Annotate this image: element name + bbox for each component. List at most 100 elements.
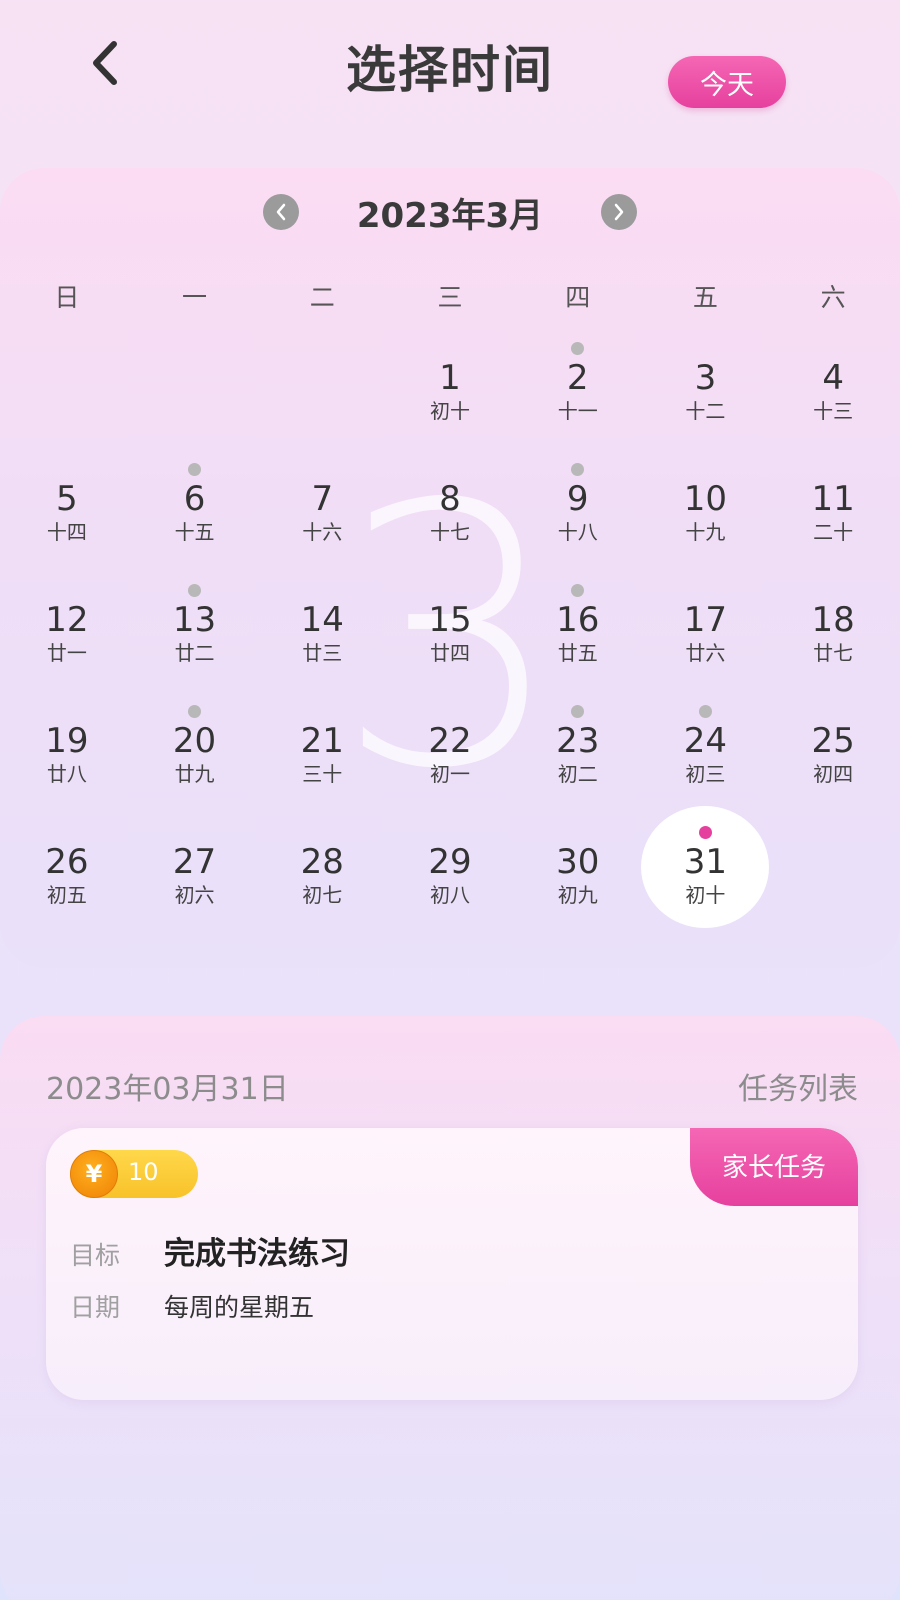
lunar-date: 初八 (429, 883, 470, 907)
solar-date: 24 (683, 721, 728, 761)
task-indicator-dot (571, 584, 585, 597)
calendar-day[interactable]: 8 十七 (386, 457, 514, 578)
task-indicator-dot (188, 705, 202, 718)
calendar-day-selected[interactable]: 31 初十 (641, 806, 770, 941)
coin-icon: ¥ (70, 1150, 118, 1198)
solar-date: 22 (428, 721, 472, 761)
next-month-button[interactable] (601, 194, 638, 230)
calendar-day[interactable]: 16 廿五 (514, 578, 642, 699)
calendar-day[interactable]: 23 初二 (514, 699, 642, 820)
solar-date: 14 (300, 600, 344, 640)
lunar-date: 初六 (174, 883, 215, 907)
task-indicator-dot (698, 826, 712, 839)
lunar-date: 十五 (174, 520, 215, 544)
calendar-day[interactable]: 15 廿四 (386, 578, 514, 699)
lunar-date: 初九 (557, 883, 598, 907)
solar-date: 9 (566, 479, 589, 519)
weekday-header: 日 一 二 三 四 五 六 (0, 278, 900, 318)
solar-date: 25 (811, 721, 855, 761)
lunar-date: 廿二 (174, 641, 215, 665)
solar-date: 29 (428, 842, 472, 882)
calendar-day[interactable]: 29 初八 (386, 820, 514, 941)
calendar-day[interactable]: 19 廿八 (3, 699, 131, 820)
lunar-date: 十四 (46, 520, 87, 544)
task-indicator-dot (188, 463, 202, 476)
calendar-day[interactable]: 28 初七 (258, 820, 386, 941)
calendar-empty-cell (3, 336, 131, 457)
solar-date: 6 (183, 479, 206, 519)
lunar-date: 初二 (557, 762, 598, 786)
chevron-left-icon (276, 203, 286, 221)
solar-date: 12 (45, 600, 89, 640)
solar-date: 7 (311, 479, 334, 519)
reward-value: 10 (128, 1158, 159, 1186)
reward-badge: ¥ 10 (70, 1150, 198, 1198)
calendar-day[interactable]: 13 廿二 (131, 578, 259, 699)
calendar-day[interactable]: 27 初六 (131, 820, 259, 941)
solar-date: 1 (439, 358, 461, 398)
lunar-date: 十二 (685, 399, 726, 423)
lunar-date: 二十 (813, 520, 854, 544)
calendar-day[interactable]: 6 十五 (131, 457, 259, 578)
solar-date: 15 (428, 600, 472, 640)
today-button[interactable]: 今天 (668, 56, 786, 108)
calendar-day[interactable]: 25 初四 (769, 699, 897, 820)
calendar-day[interactable]: 11 二十 (769, 457, 897, 578)
calendar-day[interactable]: 21 三十 (258, 699, 386, 820)
task-goal-row: 目标 完成书法练习 (70, 1228, 350, 1273)
calendar-empty-cell (131, 336, 259, 457)
weekday-label: 二 (309, 283, 335, 312)
calendar-day[interactable]: 2 十一 (514, 336, 642, 457)
lunar-date: 初十 (429, 399, 470, 423)
solar-date: 31 (683, 842, 728, 882)
month-title: 2023年3月 (356, 195, 544, 236)
task-indicator-dot (571, 342, 585, 355)
lunar-date: 廿四 (429, 641, 470, 665)
lunar-date: 初五 (46, 883, 87, 907)
task-indicator-dot (188, 584, 202, 597)
calendar-day[interactable]: 12 廿一 (3, 578, 131, 699)
prev-month-button[interactable] (262, 194, 299, 230)
calendar-day[interactable]: 9 十八 (514, 457, 642, 578)
lunar-date: 初三 (685, 762, 726, 786)
calendar-day[interactable]: 18 廿七 (769, 578, 897, 699)
calendar-day[interactable]: 1 初十 (386, 336, 514, 457)
solar-date: 27 (172, 842, 217, 882)
calendar-day[interactable]: 24 初三 (642, 699, 770, 820)
lunar-date: 廿三 (302, 641, 343, 665)
calendar-day[interactable]: 26 初五 (3, 820, 131, 941)
calendar-day[interactable]: 10 十九 (642, 457, 770, 578)
calendar-day[interactable]: 5 十四 (3, 457, 131, 578)
task-panel: 2023年03月31日 任务列表 ¥ 10 家长任务 目标 完成书法练习 日期 … (0, 1016, 900, 1600)
lunar-date: 初一 (429, 762, 470, 786)
date-value: 每周的星期五 (164, 1293, 315, 1322)
calendar-empty-cell (258, 336, 386, 457)
task-card[interactable]: ¥ 10 家长任务 目标 完成书法练习 日期 每周的星期五 (46, 1128, 858, 1400)
solar-date: 3 (694, 358, 717, 398)
lunar-date: 廿一 (46, 641, 87, 665)
calendar-day[interactable]: 22 初一 (386, 699, 514, 820)
calendar-card: 3 2023年3月 日 一 二 三 四 五 六 1 初十 2 十一 3 十二 4 十三 5 十四 6… (0, 168, 900, 968)
weekday-label: 日 (54, 283, 80, 312)
lunar-date: 初七 (302, 883, 343, 907)
calendar-day[interactable]: 20 廿九 (131, 699, 259, 820)
lunar-date: 三十 (302, 762, 343, 786)
calendar-day[interactable]: 30 初九 (514, 820, 642, 941)
solar-date: 20 (172, 721, 217, 761)
weekday-label: 一 (182, 283, 208, 312)
goal-value: 完成书法练习 (164, 1236, 350, 1272)
calendar-day[interactable]: 3 十二 (642, 336, 770, 457)
calendar-day[interactable]: 7 十六 (258, 457, 386, 578)
calendar-day[interactable]: 17 廿六 (642, 578, 770, 699)
calendar-day[interactable]: 14 廿三 (258, 578, 386, 699)
task-indicator-dot (571, 463, 585, 476)
selected-date: 2023年03月31日 (46, 1072, 289, 1107)
month-navigation: 2023年3月 (0, 190, 900, 236)
task-indicator-dot (698, 705, 712, 718)
lunar-date: 廿八 (46, 762, 87, 786)
task-list-label[interactable]: 任务列表 (738, 1064, 858, 1108)
solar-date: 26 (45, 842, 89, 882)
calendar-day[interactable]: 4 十三 (769, 336, 897, 457)
solar-date: 8 (439, 479, 461, 519)
solar-date: 18 (811, 600, 855, 640)
